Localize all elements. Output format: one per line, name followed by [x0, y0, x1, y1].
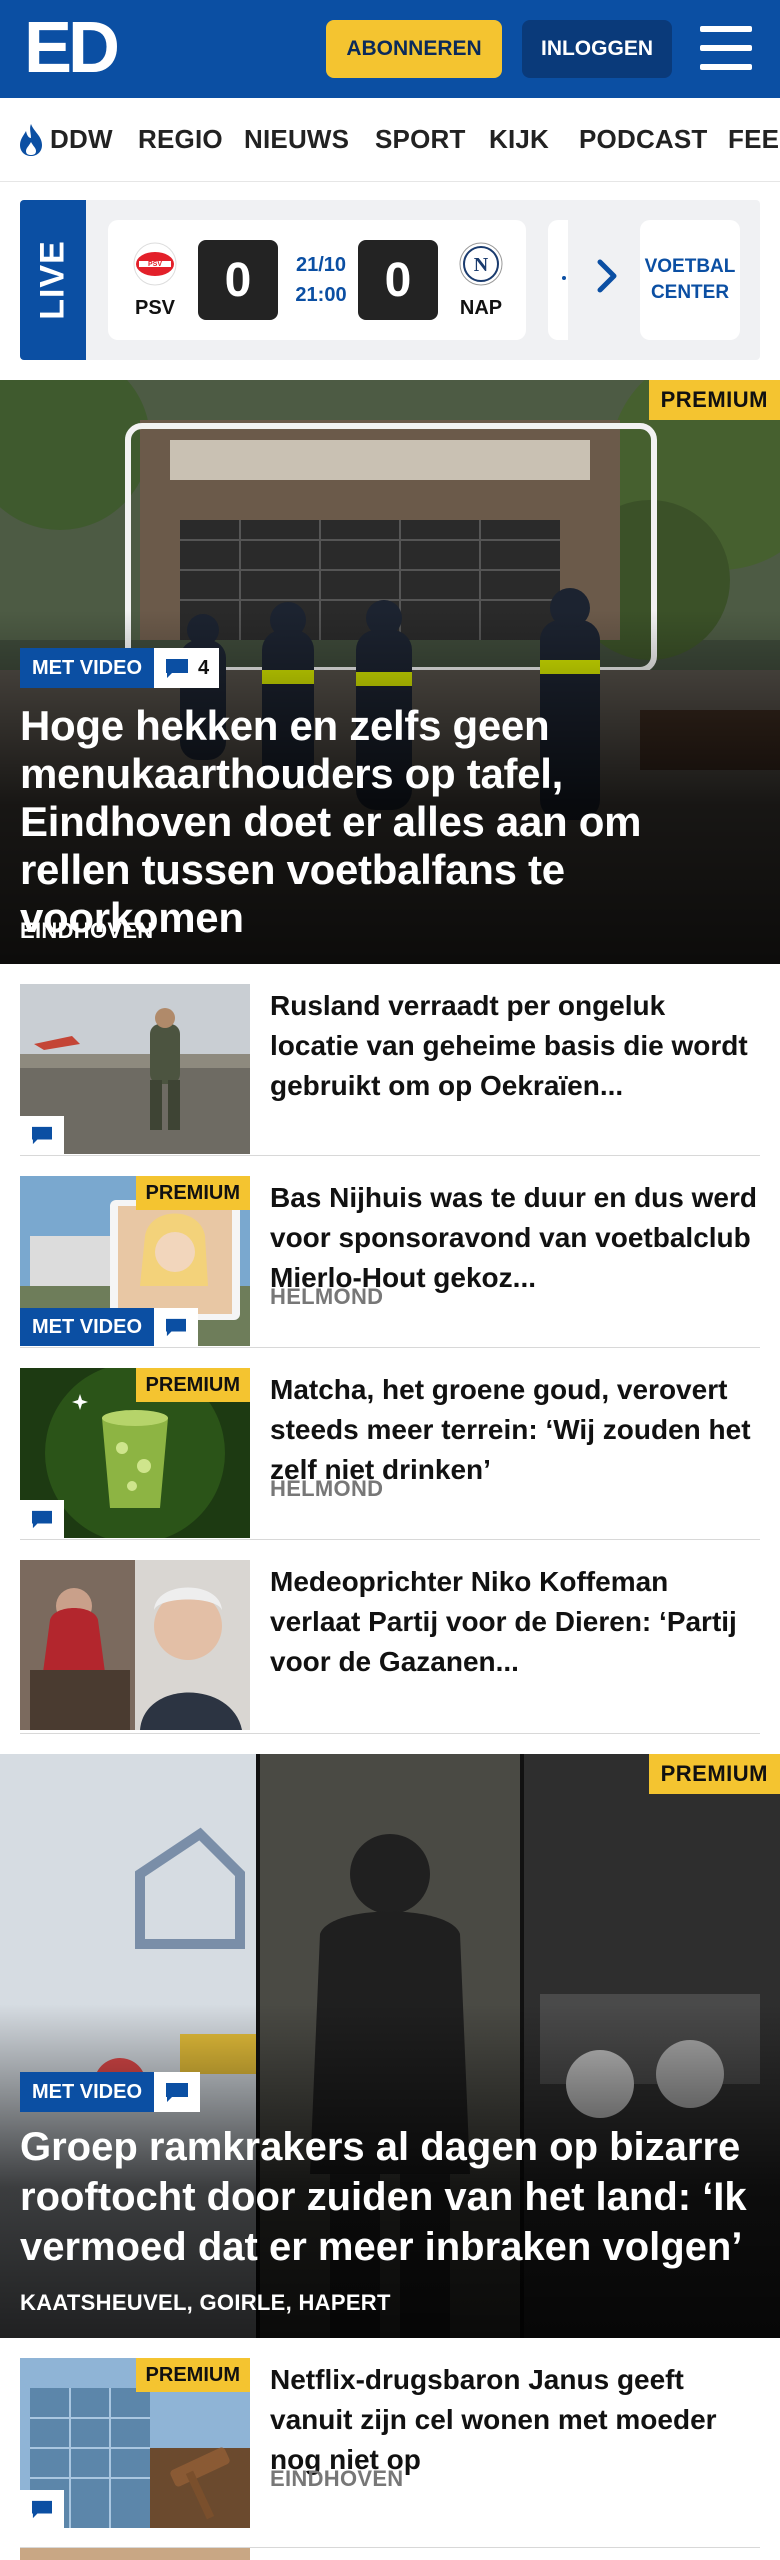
site-logo[interactable]: ED: [24, 12, 120, 84]
home-team: PSV PSV: [120, 242, 190, 320]
hero2-location: KAATSHEUVEL, GOIRLE, HAPERT: [20, 2290, 391, 2315]
article-title[interactable]: Matcha, het groene goud, verovert steeds…: [270, 1370, 760, 1490]
hero2-title[interactable]: Groep ramkrakers al dagen op bizarre roo…: [20, 2122, 770, 2272]
match-card[interactable]: PSV PSV 0 21/10 21:00 0 N NAP: [108, 220, 526, 340]
list-item[interactable]: PREMIUM Matcha, het groene goud, verover…: [20, 1348, 760, 1540]
hero2-badges: MET VIDEO: [20, 2072, 201, 2112]
list-item[interactable]: PREMIUM Netflix-drugsbaron Janus geeft v…: [20, 2338, 760, 2548]
comment-badge[interactable]: [20, 1116, 64, 1154]
article-thumbnail: PREMIUM MET VIDEO: [20, 1176, 250, 1346]
comment-badge[interactable]: 4: [154, 648, 220, 688]
list-item[interactable]: PREMIUM MET VIDEO Bas Nijhuis was te duu…: [20, 1156, 760, 1348]
nav-item-feed[interactable]: FEE: [728, 124, 779, 155]
match-datetime: 21/10 21:00: [286, 250, 356, 310]
premium-badge: PREMIUM: [135, 2358, 250, 2392]
article-thumbnail: [20, 1560, 250, 1730]
article-location: HELMOND: [270, 1284, 384, 1309]
article-title[interactable]: Medeoprichter Niko Koffeman verlaat Part…: [270, 1562, 760, 1682]
premium-badge: PREMIUM: [648, 380, 780, 420]
away-score: 0: [358, 240, 438, 320]
home-score: 0: [198, 240, 278, 320]
svg-text:N: N: [474, 254, 489, 276]
next-article-thumbnail-partial: [20, 2548, 250, 2560]
subscribe-button[interactable]: ABONNEREN: [326, 20, 502, 78]
comment-icon: [32, 2500, 52, 2519]
thumb-badges: MET VIDEO: [20, 1308, 199, 1346]
comment-badge[interactable]: [154, 2072, 201, 2112]
hero-badges: MET VIDEO 4: [20, 648, 220, 688]
premium-badge: PREMIUM: [648, 1754, 780, 1794]
psv-logo-icon: PSV: [133, 242, 177, 286]
hamburger-icon[interactable]: [700, 26, 752, 70]
comment-icon: [166, 2083, 189, 2102]
nav-item-regio[interactable]: REGIO: [138, 124, 223, 155]
live-scores-widget: LIVE PSV PSV 0 21/10 21:00 0 N NAP VOETB…: [20, 200, 760, 360]
list-item[interactable]: Medeoprichter Niko Koffeman verlaat Part…: [20, 1540, 760, 1734]
article-thumbnail: PREMIUM: [20, 1368, 250, 1538]
logo-text: ED: [24, 8, 120, 88]
article-location: HELMOND: [270, 1476, 384, 1501]
login-button[interactable]: INLOGGEN: [522, 20, 672, 78]
video-badge: MET VIDEO: [20, 2072, 155, 2112]
hero-article[interactable]: PREMIUM MET VIDEO 4 Hoge hekken en zelfs…: [0, 380, 780, 964]
site-header: ED ABONNEREN INLOGGEN: [0, 0, 780, 98]
match-date: 21/10: [295, 254, 347, 276]
chevron-right-icon[interactable]: [592, 256, 622, 296]
nav-item-sport[interactable]: SPORT: [375, 124, 466, 155]
away-team: N NAP: [446, 242, 516, 320]
comment-badge[interactable]: [154, 1308, 199, 1346]
comment-icon: [32, 1126, 52, 1145]
nav-item-ddw[interactable]: DDW: [50, 124, 113, 155]
comment-icon: [166, 1318, 187, 1337]
hero-title[interactable]: Hoge hekken en zelfs geen menukaarthoude…: [20, 702, 760, 942]
article-title[interactable]: Netflix-drugsbaron Janus geeft vanuit zi…: [270, 2360, 760, 2480]
article-title[interactable]: Rusland verraadt per ongeluk locatie van…: [270, 986, 760, 1106]
comment-icon: [32, 1510, 52, 1529]
next-match-card[interactable]: [548, 220, 568, 340]
flame-icon: [20, 124, 42, 156]
comment-badge[interactable]: [20, 1500, 64, 1538]
match-time: 21:00: [295, 284, 347, 306]
comment-count: 4: [198, 656, 210, 679]
away-team-name: NAP: [459, 297, 503, 319]
napoli-logo-icon: N: [459, 242, 503, 286]
video-badge: MET VIDEO: [20, 1308, 155, 1346]
article-location: EINDHOVEN: [270, 2466, 404, 2491]
premium-badge: PREMIUM: [135, 1176, 250, 1210]
nav-item-kijk[interactable]: KIJK: [489, 124, 549, 155]
hero-location: EINDHOVEN: [20, 918, 154, 943]
premium-badge: PREMIUM: [135, 1368, 250, 1402]
list-item[interactable]: Rusland verraadt per ongeluk locatie van…: [20, 964, 760, 1156]
home-team-name: PSV: [134, 297, 176, 319]
article-title[interactable]: Bas Nijhuis was te duur en dus werd voor…: [270, 1178, 760, 1298]
hero-article-2[interactable]: PREMIUM MET VIDEO Groep ramkrakers al da…: [0, 1754, 780, 2338]
article-thumbnail: PREMIUM: [20, 2358, 250, 2528]
svg-text:PSV: PSV: [148, 261, 162, 268]
live-label: LIVE: [20, 200, 86, 360]
article-image: [20, 1560, 250, 1730]
voetbal-center-link[interactable]: VOETBAL CENTER: [640, 220, 740, 340]
nav-item-nieuws[interactable]: NIEUWS: [244, 124, 349, 155]
comment-badge[interactable]: [20, 2490, 64, 2528]
comment-icon: [166, 659, 189, 678]
video-badge: MET VIDEO: [20, 648, 155, 688]
article-thumbnail: [20, 984, 250, 1154]
main-nav: DDW REGIO NIEUWS SPORT KIJK PODCAST FEE: [0, 98, 780, 182]
nav-item-podcast[interactable]: PODCAST: [579, 124, 708, 155]
